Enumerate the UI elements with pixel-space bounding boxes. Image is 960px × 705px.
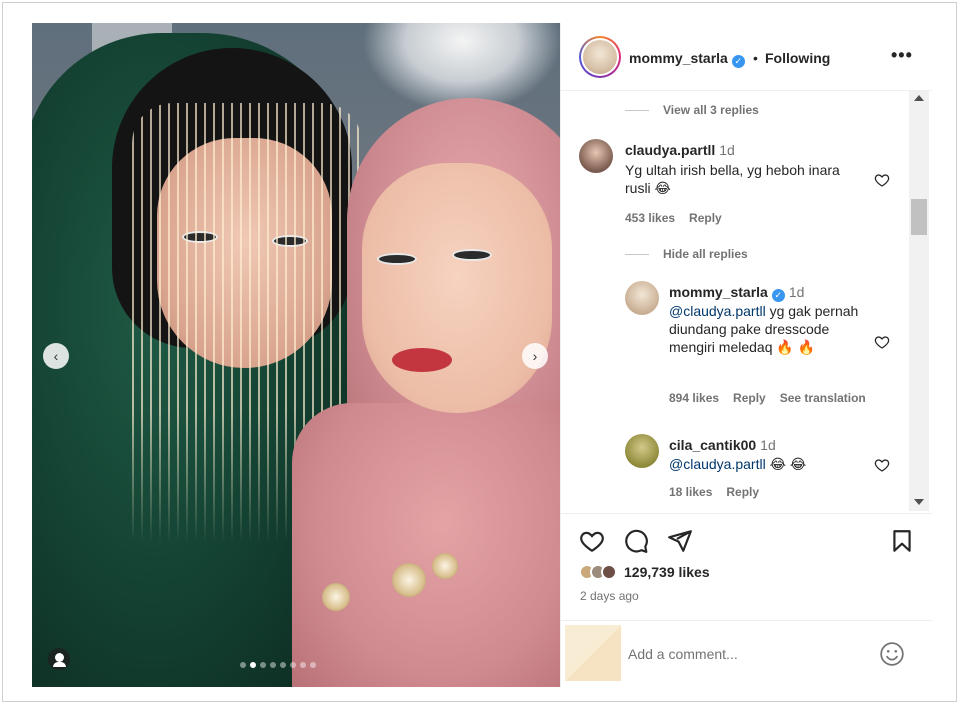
photo-brooch — [432, 553, 458, 579]
carousel-dot — [240, 662, 246, 668]
post-timestamp[interactable]: 2 days ago — [580, 589, 639, 603]
comment-username[interactable]: claudya.partll — [625, 142, 715, 158]
photo-eye — [377, 253, 417, 265]
commenter-avatar[interactable] — [625, 434, 659, 468]
carousel-dot — [290, 662, 296, 668]
comment-username[interactable]: mommy_starla — [669, 284, 768, 300]
view-replies-button[interactable]: View all 3 replies — [625, 103, 759, 117]
user-icon — [52, 652, 66, 667]
carousel-dot — [280, 662, 286, 668]
comment-mention[interactable]: @claudya.partll — [669, 303, 766, 319]
comment-likes[interactable]: 894 likes — [669, 391, 719, 405]
comment-body: cila_cantik00 1d — [669, 436, 889, 454]
tagged-users-button[interactable] — [48, 648, 70, 670]
photo-person-right-face — [362, 163, 552, 413]
send-icon[interactable] — [667, 528, 693, 554]
author-avatar[interactable] — [579, 36, 621, 78]
verified-badge-icon: ✓ — [771, 289, 785, 302]
likes-count[interactable]: 129,739 likes — [624, 564, 710, 580]
bookmark-icon[interactable] — [889, 528, 915, 554]
comment-text: @claudya.partll 😂 😂 — [669, 456, 807, 472]
comment-body: claudya.partll 1d — [625, 141, 895, 159]
reply-button[interactable]: Reply — [726, 485, 759, 499]
photo-lips — [392, 348, 452, 372]
comment-text: Yg ultah irish bella, yg heboh inara rus… — [625, 162, 840, 196]
liker-avatar — [601, 564, 617, 580]
header-separator: • — [753, 50, 758, 66]
carousel-indicator — [240, 662, 316, 668]
comment-input[interactable] — [628, 643, 858, 665]
post-details-panel: mommy_starla ✓ • Following ••• View all 3… — [560, 23, 932, 687]
scrollbar-thumb[interactable] — [911, 199, 927, 235]
hide-replies-button[interactable]: Hide all replies — [625, 247, 748, 261]
reply-button[interactable]: Reply — [689, 211, 722, 225]
comment-likes[interactable]: 453 likes — [625, 211, 675, 225]
post-header: mommy_starla ✓ • Following ••• — [561, 23, 932, 91]
comment-mention[interactable]: @claudya.partll — [669, 456, 766, 472]
carousel-dot — [300, 662, 306, 668]
more-options-icon[interactable]: ••• — [891, 45, 913, 66]
likes-summary[interactable]: 129,739 likes — [579, 561, 710, 583]
photo-brooch — [392, 563, 426, 597]
photo-brooch — [322, 583, 350, 611]
carousel-dot — [270, 662, 276, 668]
verified-badge-icon: ✓ — [731, 55, 745, 68]
smiley-icon[interactable] — [879, 641, 905, 667]
comment-body: mommy_starla ✓ 1d — [669, 283, 889, 302]
scroll-down-arrow-icon[interactable] — [914, 499, 924, 505]
carousel-dot — [310, 662, 316, 668]
comment-likes[interactable]: 18 likes — [669, 485, 712, 499]
comment-username[interactable]: cila_cantik00 — [669, 437, 756, 453]
comment-time: 1d — [788, 284, 805, 300]
heart-icon[interactable] — [579, 528, 605, 554]
comment-meta: 894 likes Reply See translation — [669, 391, 880, 405]
commenter-avatar[interactable] — [579, 139, 613, 173]
comments-scrollbar[interactable] — [909, 91, 929, 511]
following-button[interactable]: Following — [765, 50, 830, 66]
comment-heart-icon[interactable] — [874, 334, 890, 350]
comment-text: @claudya.partll yg gak pernah diundang p… — [669, 303, 859, 355]
comment-time: 1d — [760, 437, 776, 453]
chevron-left-icon: ‹ — [53, 348, 59, 364]
comment-time: 1d — [719, 142, 735, 158]
carousel-dot-active — [250, 662, 256, 668]
comment-meta: 453 likes Reply — [625, 211, 736, 225]
scroll-up-arrow-icon[interactable] — [914, 95, 924, 101]
previous-photo-button[interactable]: ‹ — [43, 343, 69, 369]
see-translation-button[interactable]: See translation — [780, 391, 866, 405]
commenter-avatar[interactable] — [625, 281, 659, 315]
photo-person-right-dress — [292, 403, 560, 687]
chevron-right-icon: › — [532, 348, 538, 364]
add-comment-bar — [561, 620, 932, 687]
comment-icon[interactable] — [623, 528, 649, 554]
comment-heart-icon[interactable] — [874, 457, 890, 473]
post-photo[interactable] — [32, 23, 560, 687]
photo-eye — [452, 249, 492, 261]
next-photo-button[interactable]: › — [522, 343, 548, 369]
comment-heart-icon[interactable] — [874, 172, 890, 188]
carousel-dot — [260, 662, 266, 668]
current-user-avatar — [565, 625, 621, 681]
author-username[interactable]: mommy_starla ✓ — [629, 50, 745, 68]
comments-list: View all 3 replies claudya.partll 1d Yg u… — [561, 91, 917, 511]
comment-meta: 18 likes Reply — [669, 485, 773, 499]
reply-button[interactable]: Reply — [733, 391, 766, 405]
